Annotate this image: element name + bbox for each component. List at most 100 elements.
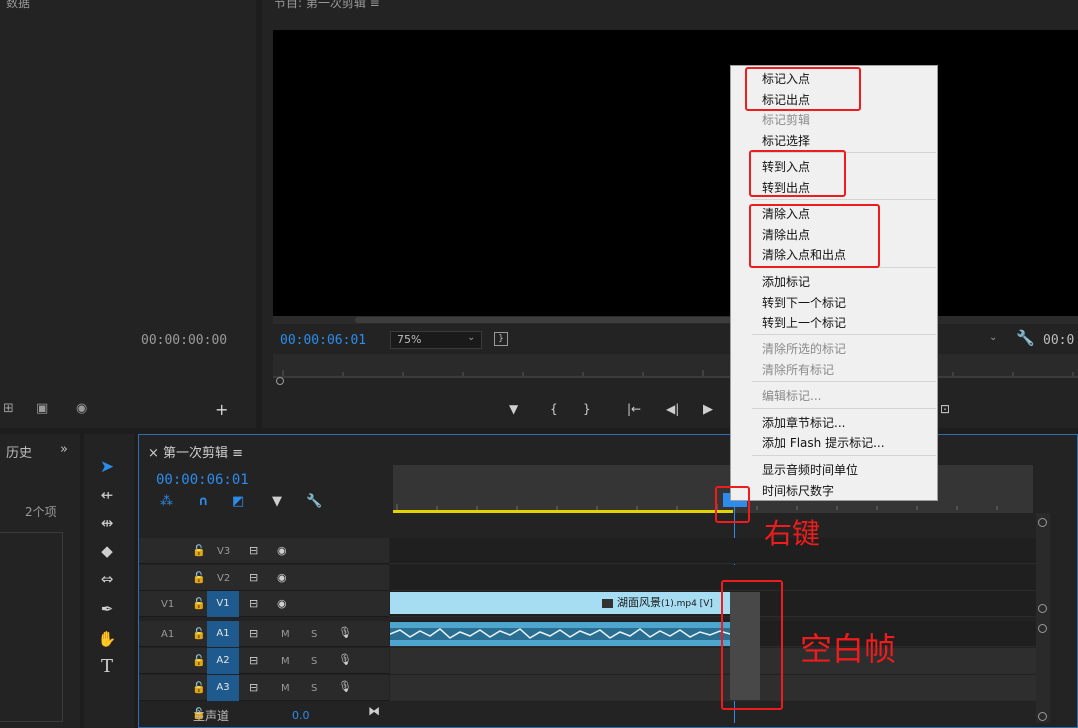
solo-button[interactable]: S bbox=[311, 629, 317, 640]
menu-item-mark-clip: 标记剪辑 bbox=[762, 113, 811, 127]
track-header-v1[interactable] bbox=[139, 591, 389, 617]
track-lane-a3[interactable] bbox=[390, 675, 1036, 701]
eye-icon[interactable]: ◉ bbox=[277, 544, 287, 557]
project-panel-title: 数据 bbox=[6, 0, 31, 10]
history-panel-title[interactable]: 历史 bbox=[6, 442, 32, 461]
lock-icon[interactable]: 🔓 bbox=[192, 627, 206, 640]
add-marker-icon[interactable]: ▼ bbox=[272, 494, 282, 509]
audio-waveform bbox=[390, 628, 730, 640]
linked-selection-icon[interactable]: ◩ bbox=[232, 494, 244, 509]
lock-icon[interactable]: 🔓 bbox=[192, 597, 206, 610]
scroll-handle-audio[interactable] bbox=[1038, 624, 1047, 633]
export-frame-icon[interactable]: ⊡ bbox=[940, 402, 950, 416]
mic-icon[interactable]: 🎙 bbox=[338, 653, 352, 666]
lock-icon[interactable]: 🔓 bbox=[192, 654, 206, 667]
menu-separator bbox=[752, 381, 936, 382]
solo-button[interactable]: S bbox=[311, 683, 317, 694]
selection-tool-icon[interactable]: ➤ bbox=[96, 456, 118, 478]
lock-icon[interactable]: 🔓 bbox=[192, 681, 206, 694]
hand-tool-icon[interactable]: ✋ bbox=[96, 628, 118, 650]
menu-item-next-marker[interactable]: 转到下一个标记 bbox=[762, 294, 846, 311]
track-target-a2[interactable]: A2 bbox=[207, 648, 239, 674]
menu-item-add-chapter-marker[interactable]: 添加章节标记... bbox=[762, 414, 845, 431]
nest-sequence-icon[interactable]: ⁂ bbox=[160, 494, 173, 509]
menu-item-prev-marker[interactable]: 转到上一个标记 bbox=[762, 314, 846, 331]
scroll-handle-mid[interactable] bbox=[1038, 604, 1047, 613]
sync-lock-icon[interactable]: ⊟ bbox=[249, 627, 258, 640]
marker-icon[interactable]: ▼ bbox=[509, 402, 518, 416]
track-lane-v3[interactable] bbox=[390, 538, 1036, 564]
monitor-ruler-track bbox=[273, 376, 1078, 378]
lock-icon[interactable]: 🔓 bbox=[192, 571, 206, 584]
chevron-down-icon: ⌄ bbox=[467, 332, 476, 343]
sync-lock-icon[interactable]: ⊟ bbox=[249, 571, 258, 584]
mark-in-icon[interactable]: { bbox=[550, 402, 558, 416]
panel-overflow-icon[interactable]: » bbox=[60, 442, 68, 457]
scroll-handle-bottom[interactable] bbox=[1038, 712, 1047, 721]
ruler-start-handle[interactable] bbox=[276, 377, 284, 385]
wrench-icon[interactable]: 🔧 bbox=[1016, 329, 1035, 347]
sync-lock-icon[interactable]: ⊟ bbox=[249, 597, 258, 610]
eye-icon[interactable]: ◉ bbox=[277, 597, 287, 610]
go-to-end-icon[interactable]: ⧓ bbox=[368, 704, 380, 718]
master-volume-value[interactable]: 0.0 bbox=[292, 709, 310, 722]
icon-view-icon[interactable]: ▣ bbox=[36, 401, 48, 416]
eye-icon[interactable]: ◉ bbox=[277, 571, 287, 584]
master-track-label: 主声道 bbox=[193, 709, 230, 723]
source-track-a1[interactable]: A1 bbox=[161, 629, 174, 640]
track-header-v2[interactable] bbox=[139, 565, 389, 591]
in-out-range-bar[interactable] bbox=[393, 510, 733, 513]
type-tool-icon[interactable]: T bbox=[96, 656, 118, 678]
mute-button[interactable]: M bbox=[281, 629, 290, 640]
razor-tool-icon[interactable]: ◆ bbox=[96, 540, 118, 562]
ripple-edit-tool-icon[interactable]: ⇹ bbox=[96, 512, 118, 534]
menu-item-add-marker[interactable]: 添加标记 bbox=[762, 273, 810, 290]
step-back-icon[interactable]: ◀| bbox=[666, 402, 679, 416]
menu-item-time-ruler-numbers[interactable]: 时间标尺数字 bbox=[762, 482, 834, 499]
menu-item-mark-selection[interactable]: 标记选择 bbox=[762, 132, 810, 149]
timeline-vertical-scrollbar[interactable] bbox=[1036, 513, 1050, 723]
mic-icon[interactable]: 🎙 bbox=[338, 626, 352, 639]
menu-item-add-flash-cue-marker[interactable]: 添加 Flash 提示标记... bbox=[762, 434, 885, 451]
program-timecode[interactable]: 00:00:06:01 bbox=[280, 333, 366, 348]
fit-frame-icon[interactable]: } bbox=[494, 332, 508, 346]
play-icon[interactable]: ▶ bbox=[703, 402, 713, 417]
go-to-in-icon[interactable]: |← bbox=[627, 402, 641, 416]
menu-item-show-audio-time-units[interactable]: 显示音频时间单位 bbox=[762, 461, 858, 478]
track-target-a1[interactable]: A1 bbox=[207, 621, 239, 647]
mark-out-icon[interactable]: } bbox=[583, 402, 591, 416]
menu-item-clear-all-markers: 清除所有标记 bbox=[762, 363, 835, 377]
source-track-v1[interactable]: V1 bbox=[161, 599, 174, 610]
timeline-timecode[interactable]: 00:00:06:01 bbox=[156, 472, 249, 488]
mute-button[interactable]: M bbox=[281, 656, 290, 667]
camera-icon[interactable]: ◉ bbox=[76, 401, 87, 416]
snap-icon[interactable]: ∩ bbox=[198, 494, 209, 509]
solo-button[interactable]: S bbox=[311, 656, 317, 667]
timeline-tab[interactable]: × 第一次剪辑 ≡ bbox=[148, 442, 243, 461]
sync-lock-icon[interactable]: ⊟ bbox=[249, 681, 258, 694]
mute-button[interactable]: M bbox=[281, 683, 290, 694]
monitor-scroll-thumb[interactable] bbox=[355, 317, 735, 323]
video-preview[interactable] bbox=[273, 30, 1078, 316]
add-icon[interactable]: + bbox=[215, 400, 228, 419]
wrench-icon[interactable]: 🔧 bbox=[306, 494, 322, 509]
sync-lock-icon[interactable]: ⊟ bbox=[249, 544, 258, 557]
track-select-tool-icon[interactable]: ⇷ bbox=[96, 484, 118, 506]
track-lane-a2[interactable] bbox=[390, 648, 1036, 674]
scroll-handle-top[interactable] bbox=[1038, 518, 1047, 527]
track-target-v1[interactable]: V1 bbox=[207, 591, 239, 617]
history-list[interactable] bbox=[0, 532, 63, 722]
list-view-icon[interactable]: ⊞ bbox=[3, 401, 14, 416]
lock-icon[interactable]: 🔓 bbox=[192, 544, 206, 557]
annotation-box-right-click bbox=[715, 486, 750, 523]
chevron-down-icon[interactable]: ⌄ bbox=[989, 332, 997, 343]
menu-item-clear-selected-markers: 清除所选的标记 bbox=[762, 342, 847, 356]
track-target-a3[interactable]: A3 bbox=[207, 675, 239, 701]
sync-lock-icon[interactable]: ⊟ bbox=[249, 654, 258, 667]
track-header-v3[interactable] bbox=[139, 538, 389, 564]
mic-icon[interactable]: 🎙 bbox=[338, 680, 352, 693]
program-monitor-title[interactable]: 节目: 第一次剪辑 ≡ bbox=[274, 0, 380, 11]
pen-tool-icon[interactable]: ✒ bbox=[96, 598, 118, 620]
slip-tool-icon[interactable]: ⇔ bbox=[96, 568, 118, 590]
track-lane-v2[interactable] bbox=[390, 565, 1036, 591]
